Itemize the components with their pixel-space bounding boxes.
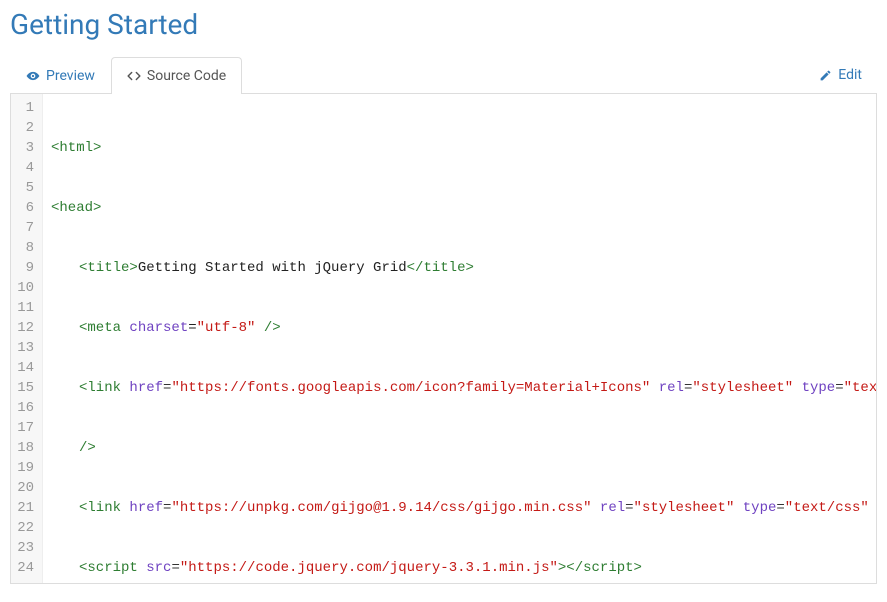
tab-source-label: Source Code: [147, 68, 226, 84]
code-content[interactable]: <html> <head> <title>Getting Started wit…: [43, 94, 876, 583]
line-number: 1: [15, 98, 34, 118]
line-number: 14: [15, 358, 34, 378]
code-icon: [127, 69, 141, 83]
line-number: 3: [15, 138, 34, 158]
eye-icon: [26, 69, 40, 83]
line-number: 4: [15, 158, 34, 178]
line-number: 6: [15, 198, 34, 218]
line-number: 24: [15, 558, 34, 578]
line-number: 12: [15, 318, 34, 338]
tab-source-code[interactable]: Source Code: [111, 57, 242, 94]
line-number: 16: [15, 398, 34, 418]
line-number: 21: [15, 498, 34, 518]
line-number: 13: [15, 338, 34, 358]
line-number: 15: [15, 378, 34, 398]
line-number: 2: [15, 118, 34, 138]
line-number: 9: [15, 258, 34, 278]
line-number: 7: [15, 218, 34, 238]
line-gutter: 123456789101112131415161718192021222324: [11, 94, 43, 583]
line-number: 20: [15, 478, 34, 498]
pencil-icon: [819, 69, 832, 82]
line-number: 5: [15, 178, 34, 198]
line-number: 8: [15, 238, 34, 258]
edit-link[interactable]: Edit: [819, 57, 877, 93]
line-number: 23: [15, 538, 34, 558]
line-number: 11: [15, 298, 34, 318]
line-number: 10: [15, 278, 34, 298]
page-title: Getting Started: [10, 8, 877, 41]
line-number: 22: [15, 518, 34, 538]
line-number: 19: [15, 458, 34, 478]
tab-preview-label: Preview: [46, 68, 95, 84]
code-editor: 123456789101112131415161718192021222324 …: [10, 94, 877, 584]
tabs: Preview Source Code Edit: [10, 57, 877, 94]
tab-preview[interactable]: Preview: [10, 57, 111, 94]
line-number: 18: [15, 438, 34, 458]
line-number: 17: [15, 418, 34, 438]
edit-label: Edit: [838, 67, 862, 83]
